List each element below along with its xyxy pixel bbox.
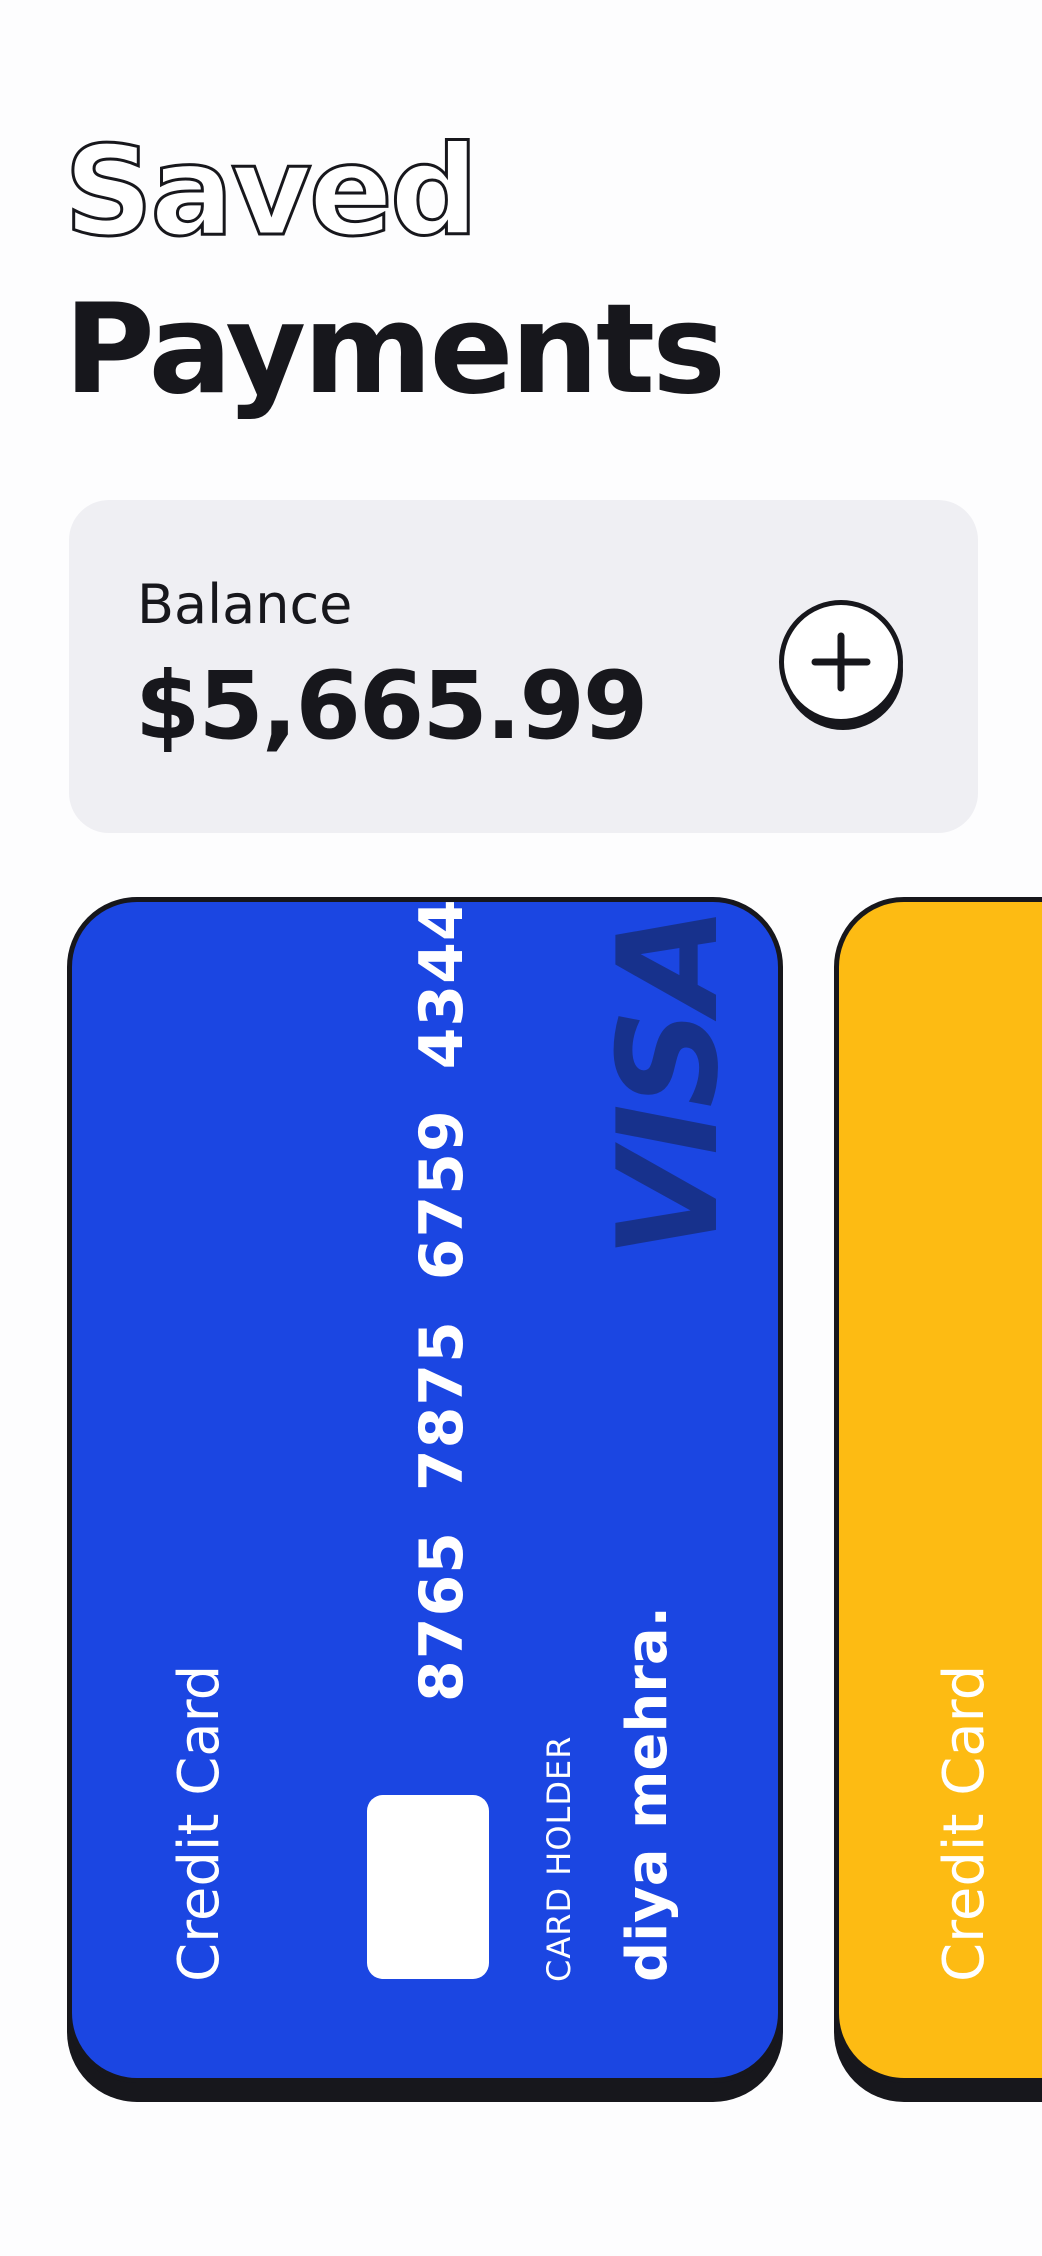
balance-card: Balance $5,665.99: [69, 500, 978, 833]
add-payment-button[interactable]: [779, 600, 903, 730]
card-number: 8765 7875 6759 4344: [407, 898, 477, 1702]
visa-logo: VISA: [588, 909, 749, 1258]
plus-icon: [811, 632, 871, 692]
card-holder-label: CARD HOLDER: [540, 1735, 578, 1982]
credit-card-visa[interactable]: Credit Card 8765 7875 6759 4344 VISA CAR…: [67, 897, 783, 2102]
balance-amount: $5,665.99: [135, 652, 648, 761]
page-title-line2: Payments: [64, 278, 726, 422]
balance-label: Balance: [137, 573, 353, 636]
card-holder-name: diya mehra.: [615, 1606, 680, 1982]
card-type-label: Credit Card: [167, 1664, 232, 1982]
card-type-label: Credit Card: [932, 1664, 997, 1982]
credit-card-yellow[interactable]: Credit Card: [834, 897, 1042, 2102]
card-chip: [367, 1795, 489, 1979]
page-title-line1: Saved: [63, 120, 481, 264]
